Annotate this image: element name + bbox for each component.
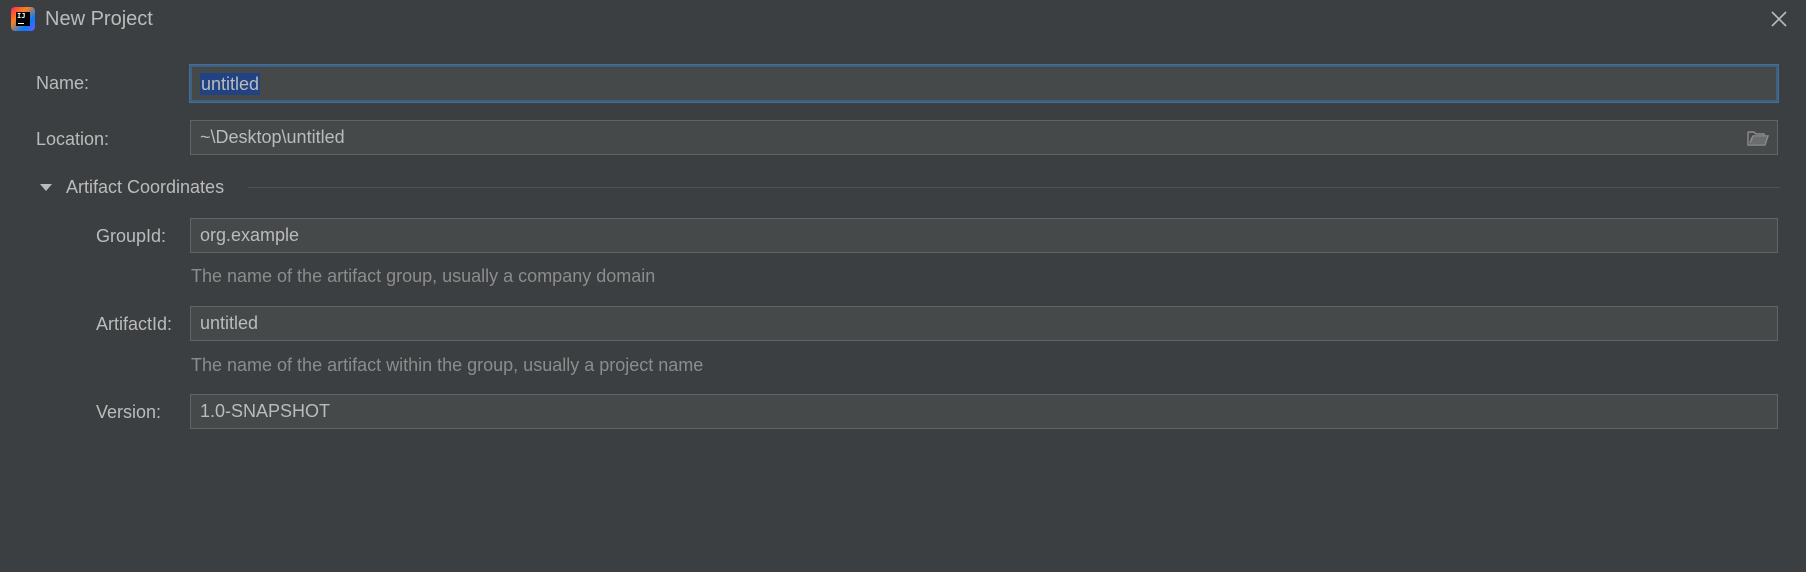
new-project-dialog: IJ New Project Name: untitled Location: [0,0,1806,572]
group-id-field[interactable] [190,218,1778,253]
name-field[interactable]: untitled [190,65,1778,102]
intellij-idea-icon: IJ [11,7,35,31]
title-bar: IJ New Project [0,0,1806,38]
artifact-coordinates-section: Artifact Coordinates [38,176,1780,198]
artifact-coordinates-title[interactable]: Artifact Coordinates [66,176,224,198]
artifact-id-input[interactable] [191,307,1777,340]
name-field-selected-text: untitled [200,73,261,95]
group-id-hint: The name of the artifact group, usually … [191,266,656,286]
section-divider [248,187,1780,188]
location-label: Location: [36,129,110,149]
close-icon[interactable] [1766,6,1792,32]
location-input[interactable] [191,121,1777,154]
name-label: Name: [36,73,90,93]
artifact-id-hint: The name of the artifact within the grou… [191,355,704,375]
folder-open-icon[interactable] [1747,129,1769,147]
version-input[interactable] [191,395,1777,428]
artifact-id-label: ArtifactId: [96,314,173,334]
location-field[interactable] [190,120,1778,155]
group-id-input[interactable] [191,219,1777,252]
version-label: Version: [96,402,162,422]
artifact-id-field[interactable] [190,306,1778,341]
dialog-title: New Project [45,8,153,30]
chevron-down-icon[interactable] [38,180,54,196]
group-id-label: GroupId: [96,226,167,246]
version-field[interactable] [190,394,1778,429]
